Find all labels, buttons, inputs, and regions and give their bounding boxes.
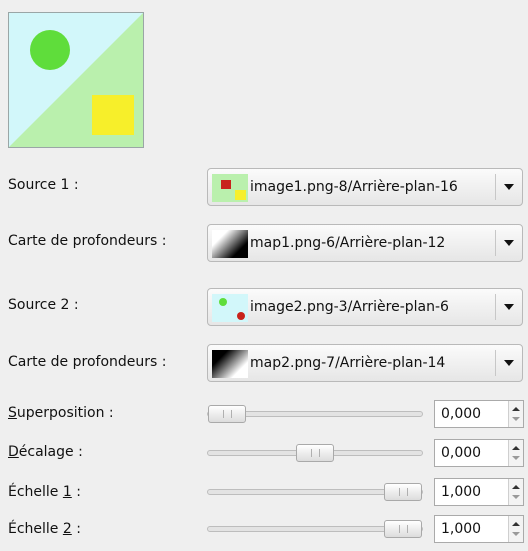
source2-thumbnail xyxy=(212,294,248,322)
spin-buttons[interactable] xyxy=(508,516,523,542)
preview-canvas xyxy=(9,13,143,147)
combo-separator xyxy=(495,294,496,320)
spin-up-icon[interactable] xyxy=(512,407,520,411)
overlap-slider[interactable] xyxy=(207,405,423,423)
offset-slider-handle[interactable] xyxy=(296,444,334,462)
scale2-spinbox[interactable]: 1,000 xyxy=(434,515,524,543)
offset-value[interactable]: 0,000 xyxy=(441,445,481,461)
chevron-down-icon[interactable] xyxy=(504,360,514,366)
scale1-slider[interactable] xyxy=(207,483,423,501)
source1-label: Source 1 : xyxy=(8,177,79,193)
overlap-spinbox[interactable]: 0,000 xyxy=(434,400,524,428)
offset-spinbox[interactable]: 0,000 xyxy=(434,439,524,467)
depth1-value: map1.png-6/Arrière-plan-12 xyxy=(250,235,446,251)
scale2-slider-handle[interactable] xyxy=(384,520,422,538)
offset-label: Décalage : xyxy=(8,444,83,460)
depth1-thumbnail xyxy=(212,230,248,258)
spin-down-icon[interactable] xyxy=(512,417,520,421)
scale2-value[interactable]: 1,000 xyxy=(441,521,481,537)
preview-image xyxy=(8,12,144,148)
scale2-slider[interactable] xyxy=(207,520,423,538)
spin-buttons[interactable] xyxy=(508,479,523,505)
depth2-value: map2.png-7/Arrière-plan-14 xyxy=(250,355,446,371)
combo-separator xyxy=(495,350,496,376)
scale1-slider-handle[interactable] xyxy=(384,483,422,501)
overlap-label: Superposition : xyxy=(8,405,114,421)
chevron-down-icon[interactable] xyxy=(504,304,514,310)
depth1-label: Carte de profondeurs : xyxy=(8,233,167,249)
combo-separator xyxy=(495,174,496,200)
source2-combo[interactable]: image2.png-3/Arrière-plan-6 xyxy=(207,288,523,326)
overlap-value[interactable]: 0,000 xyxy=(441,406,481,422)
spin-up-icon[interactable] xyxy=(512,446,520,450)
spin-up-icon[interactable] xyxy=(512,485,520,489)
source1-value: image1.png-8/Arrière-plan-16 xyxy=(250,179,458,195)
source2-value: image2.png-3/Arrière-plan-6 xyxy=(250,299,449,315)
spin-down-icon[interactable] xyxy=(512,456,520,460)
spin-down-icon[interactable] xyxy=(512,532,520,536)
scale1-value[interactable]: 1,000 xyxy=(441,484,481,500)
source1-combo[interactable]: image1.png-8/Arrière-plan-16 xyxy=(207,168,523,206)
depth2-thumbnail xyxy=(212,350,248,378)
spin-down-icon[interactable] xyxy=(512,495,520,499)
spin-buttons[interactable] xyxy=(508,440,523,466)
overlap-slider-handle[interactable] xyxy=(208,405,246,423)
scale1-label: Échelle 1 : xyxy=(8,484,81,500)
depth2-combo[interactable]: map2.png-7/Arrière-plan-14 xyxy=(207,344,523,382)
scale1-spinbox[interactable]: 1,000 xyxy=(434,478,524,506)
chevron-down-icon[interactable] xyxy=(504,184,514,190)
depth2-label: Carte de profondeurs : xyxy=(8,354,167,370)
spin-buttons[interactable] xyxy=(508,401,523,427)
depth1-combo[interactable]: map1.png-6/Arrière-plan-12 xyxy=(207,224,523,262)
chevron-down-icon[interactable] xyxy=(504,240,514,246)
source2-label: Source 2 : xyxy=(8,297,79,313)
scale2-label: Échelle 2 : xyxy=(8,521,81,537)
combo-separator xyxy=(495,230,496,256)
source1-thumbnail xyxy=(212,174,248,202)
spin-up-icon[interactable] xyxy=(512,522,520,526)
offset-slider[interactable] xyxy=(207,444,423,462)
